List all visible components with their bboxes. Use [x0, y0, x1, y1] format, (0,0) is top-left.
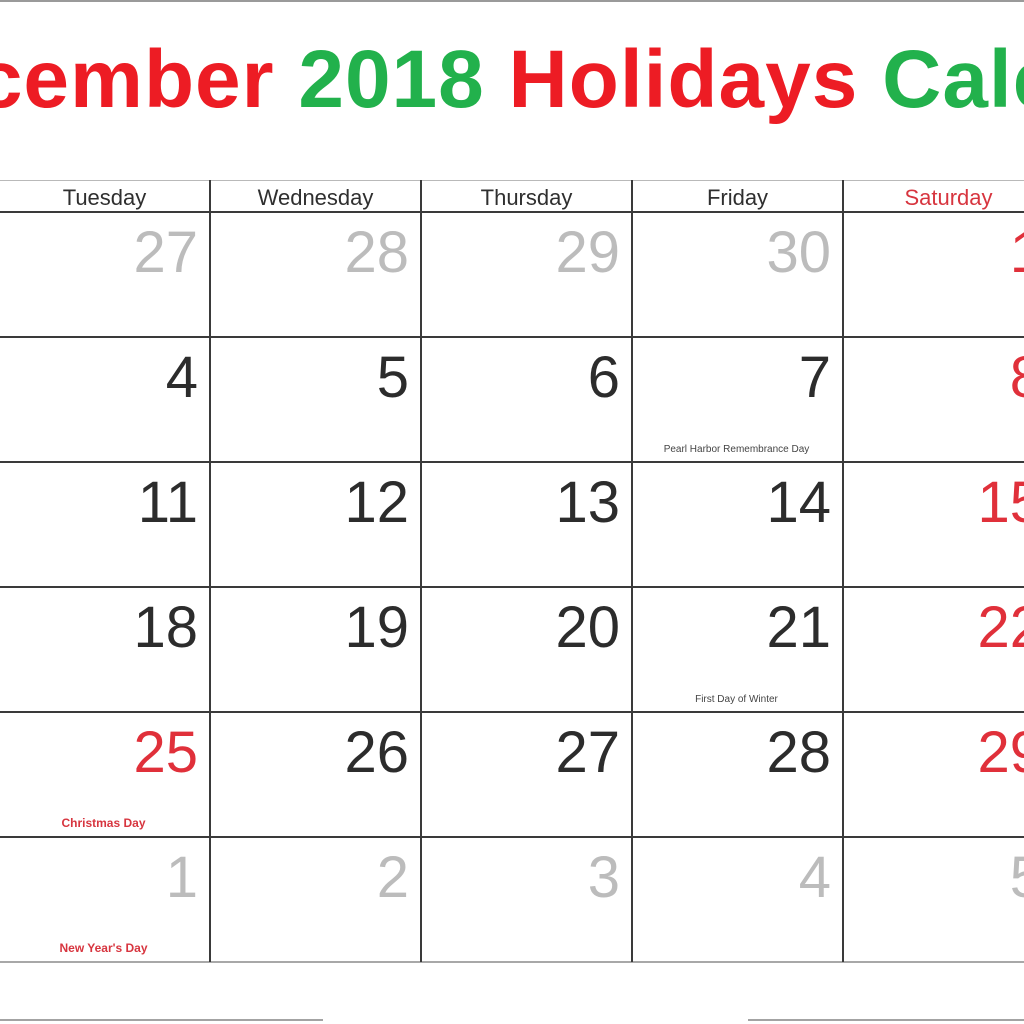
day-cell[interactable]: 27 — [421, 713, 630, 836]
weekday-header-thursday: Thursday — [421, 180, 632, 212]
day-cell[interactable]: 13 — [421, 463, 630, 586]
grid-hline — [0, 961, 1024, 963]
day-number: 3 — [587, 845, 620, 910]
day-cell[interactable]: 4 — [632, 838, 841, 961]
day-number: 4 — [165, 345, 198, 410]
day-cell[interactable]: 22 — [843, 588, 1024, 711]
title-word: December — [0, 34, 275, 125]
day-number: 5 — [376, 345, 409, 410]
day-cell[interactable]: 29 — [843, 713, 1024, 836]
day-cell[interactable]: 30 — [632, 213, 841, 336]
weekday-header-wednesday: Wednesday — [210, 180, 421, 212]
day-number: 12 — [344, 470, 409, 535]
day-number: 11 — [137, 470, 198, 535]
day-number: 8 — [1010, 342, 1024, 414]
day-number: 30 — [766, 220, 831, 285]
day-cell[interactable]: 8 — [843, 338, 1024, 461]
day-number: 2 — [376, 845, 409, 910]
holiday-label: Pearl Harbor Remembrance Day — [663, 444, 810, 455]
day-number: 21 — [766, 595, 831, 660]
day-number: 13 — [555, 470, 620, 535]
day-cell[interactable]: 2 — [210, 838, 419, 961]
weekday-header-tuesday: Tuesday — [0, 180, 210, 212]
weekday-header-friday: Friday — [632, 180, 843, 212]
day-cell[interactable]: 20 — [421, 588, 630, 711]
day-cell[interactable]: 5 — [210, 338, 419, 461]
day-cell[interactable]: 4 — [0, 338, 208, 461]
day-number: 1 — [165, 845, 198, 910]
day-cell[interactable]: 18 — [0, 588, 208, 711]
title-word: Holidays — [508, 34, 883, 125]
day-number: 27 — [555, 720, 620, 785]
day-number: 15 — [977, 470, 1024, 535]
day-cell[interactable]: 1 New Year's Day — [0, 838, 208, 961]
day-cell[interactable]: 12 — [210, 463, 419, 586]
day-number: 6 — [587, 345, 620, 410]
day-cell[interactable]: 29 — [421, 213, 630, 336]
day-cell[interactable]: 6 — [421, 338, 630, 461]
footer-rule-right — [748, 1019, 1024, 1021]
day-cell[interactable]: 26 — [210, 713, 419, 836]
day-cell[interactable]: 21 First Day of Winter — [632, 588, 841, 711]
holiday-label: New Year's Day — [59, 941, 148, 955]
day-number: 29 — [555, 220, 620, 285]
holiday-label: First Day of Winter — [695, 694, 778, 705]
holiday-label: Christmas Day — [61, 816, 146, 830]
day-number: 27 — [133, 220, 198, 285]
day-number: 7 — [798, 345, 831, 410]
day-cell[interactable]: 5 — [843, 838, 1024, 961]
day-number: 18 — [133, 595, 198, 660]
day-number: 29 — [977, 720, 1024, 785]
day-number: 25 — [133, 720, 198, 785]
day-cell[interactable]: 7 Pearl Harbor Remembrance Day — [632, 338, 841, 461]
weekday-header-saturday: Saturday — [843, 180, 1024, 212]
day-cell[interactable]: 27 — [0, 213, 208, 336]
day-cell[interactable]: 11 — [0, 463, 208, 586]
day-number: 5 — [1010, 842, 1024, 914]
day-number: 1 — [1010, 217, 1024, 289]
day-cell[interactable]: 15 — [843, 463, 1024, 586]
day-number: 4 — [798, 845, 831, 910]
day-number: 14 — [766, 470, 831, 535]
day-number: 28 — [344, 220, 409, 285]
day-number: 22 — [977, 595, 1024, 660]
day-number: 26 — [344, 720, 409, 785]
top-border — [0, 0, 1024, 2]
day-number: 19 — [344, 595, 409, 660]
day-cell[interactable]: 28 — [632, 713, 841, 836]
day-cell[interactable]: 28 — [210, 213, 419, 336]
day-number: 28 — [766, 720, 831, 785]
title-word: 2018 — [298, 34, 509, 125]
footer-rule-left — [0, 1019, 323, 1021]
day-number: 20 — [555, 595, 620, 660]
title-word: Calendar — [882, 34, 1024, 125]
page-title: December 2018 Holidays Calendar — [0, 30, 1024, 130]
day-cell[interactable]: 1 — [843, 213, 1024, 336]
day-cell[interactable]: 19 — [210, 588, 419, 711]
day-cell[interactable]: 25 Christmas Day — [0, 713, 208, 836]
day-cell[interactable]: 14 — [632, 463, 841, 586]
day-cell[interactable]: 3 — [421, 838, 630, 961]
